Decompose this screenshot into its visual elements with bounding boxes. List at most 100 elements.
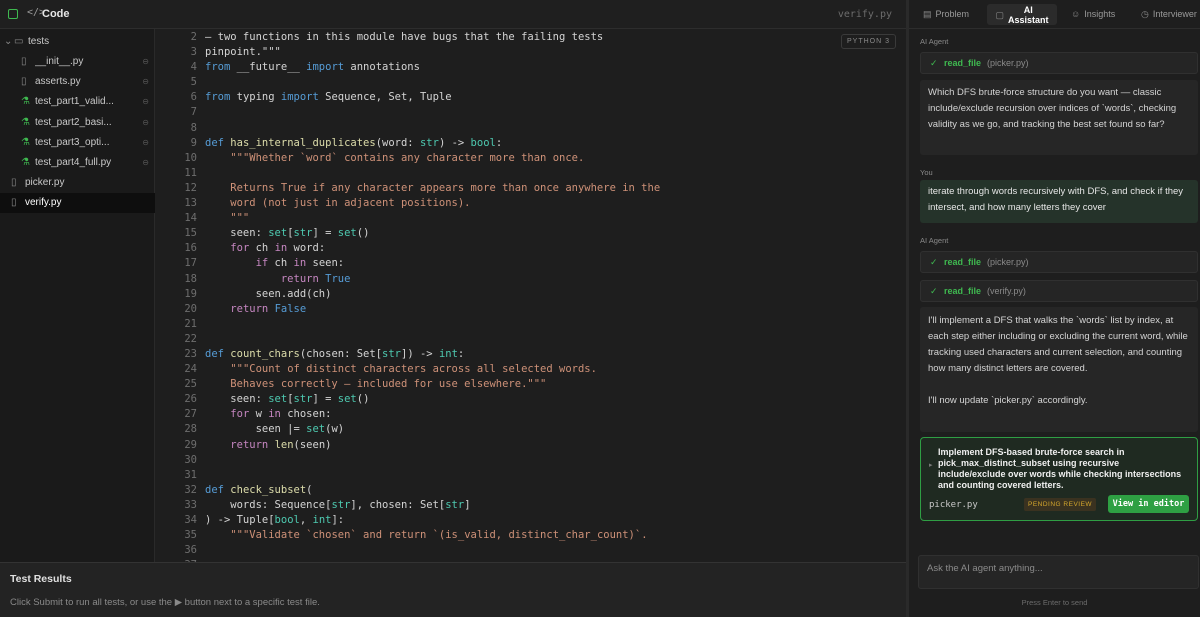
code-line[interactable]: for ch in word: bbox=[205, 241, 660, 256]
bullet-icon: ▸ bbox=[929, 462, 933, 469]
file-icon: ▯ bbox=[11, 177, 17, 189]
code-line[interactable]: pinpoint.""" bbox=[205, 45, 660, 60]
test-results-title: Test Results bbox=[10, 573, 72, 585]
code-line[interactable]: seen: set[str] = set() bbox=[205, 226, 660, 241]
line-number: 5 bbox=[190, 76, 197, 89]
code-line[interactable]: """ bbox=[205, 211, 660, 226]
code-line[interactable] bbox=[205, 332, 660, 347]
lock-icon: ⊖ bbox=[142, 117, 149, 127]
lock-icon: ⊖ bbox=[142, 158, 149, 167]
code-line[interactable]: seen |= set(w) bbox=[205, 422, 660, 437]
role-label-agent: AI Agent bbox=[920, 236, 949, 245]
line-number: 3 bbox=[190, 46, 197, 59]
code-editor[interactable]: 2 3 4 5 6 7 8 9 10 11 12 13 14 15 16 17 18 19 20 21 22 23 24 25… bbox=[155, 29, 906, 562]
tab-insights[interactable]: ☺ Insights bbox=[1071, 0, 1115, 29]
code-line[interactable] bbox=[205, 166, 660, 181]
line-number: 21 bbox=[184, 317, 197, 330]
clock-icon: ◷ bbox=[1141, 9, 1149, 19]
line-number: 24 bbox=[184, 363, 197, 376]
tree-item-test-file[interactable]: ⚗ test_part1_valid... ⊖ bbox=[0, 92, 155, 112]
code-line[interactable]: """Validate `chosen` and return `(is_val… bbox=[205, 528, 660, 543]
code-line[interactable] bbox=[205, 453, 660, 468]
code-line[interactable]: Behaves correctly — included for use els… bbox=[205, 377, 660, 392]
tree-item-test-file[interactable]: ⚗ test_part3_opti... ⊖ bbox=[0, 133, 155, 153]
document-icon: ▤ bbox=[923, 9, 932, 19]
right-tabs: ▤ Problem ▢ AI Assistant ☺ Insights ◷ Intervi… bbox=[909, 0, 1200, 29]
code-line[interactable]: """Count of distinct characters across a… bbox=[205, 362, 660, 377]
tab-ai-assistant[interactable]: ▢ AI Assistant bbox=[987, 4, 1057, 25]
code-line[interactable]: from typing import Sequence, Set, Tuple bbox=[205, 90, 660, 105]
line-number: 36 bbox=[184, 544, 197, 557]
code-line[interactable]: return len(seen) bbox=[205, 438, 660, 453]
code-line[interactable]: return False bbox=[205, 302, 660, 317]
code-line[interactable]: seen.add(ch) bbox=[205, 287, 660, 302]
tree-item-test-file[interactable]: ⚗ test_part4_full.py ⊖ bbox=[0, 153, 155, 173]
code-line[interactable]: if ch in seen: bbox=[205, 256, 660, 271]
line-number: 25 bbox=[184, 378, 197, 391]
line-number: 26 bbox=[184, 393, 197, 406]
line-number: 6 bbox=[190, 91, 197, 104]
lock-icon: ⊖ bbox=[142, 137, 149, 147]
code-line[interactable]: """Whether `word` contains any character… bbox=[205, 151, 660, 166]
line-number: 18 bbox=[184, 272, 197, 285]
panel-title: Code bbox=[42, 8, 70, 20]
line-numbers: 2 3 4 5 6 7 8 9 10 11 12 13 14 15 16 17 18 19 20 21 22 23 24 25… bbox=[155, 30, 197, 562]
file-explorer: ⌄ ▭ tests ▯ __init__.py ⊖ ▯ asserts.py ⊖ ⚗ test… bbox=[0, 29, 155, 562]
tree-item-file[interactable]: ▯ picker.py bbox=[0, 173, 155, 193]
code-line[interactable]: for w in chosen: bbox=[205, 407, 660, 422]
code-line[interactable] bbox=[205, 543, 660, 558]
code-line[interactable] bbox=[205, 75, 660, 90]
code-line[interactable]: Returns True if any character appears mo… bbox=[205, 181, 660, 196]
code-line[interactable]: def check_subset( bbox=[205, 483, 660, 498]
line-number: 28 bbox=[184, 423, 197, 436]
line-number: 12 bbox=[184, 181, 197, 194]
code-line[interactable]: def has_internal_duplicates(word: str) -… bbox=[205, 136, 660, 151]
tab-interviewer[interactable]: ◷ Interviewer bbox=[1141, 0, 1197, 29]
flask-icon: ⚗ bbox=[21, 116, 30, 128]
code-content[interactable]: — two functions in this module have bugs… bbox=[205, 30, 660, 562]
ask-agent-input[interactable]: Ask the AI agent anything... bbox=[918, 555, 1199, 589]
tree-item-file[interactable]: ▯ verify.py bbox=[0, 193, 155, 214]
code-line[interactable]: seen: set[str] = set() bbox=[205, 392, 660, 407]
line-number: 10 bbox=[184, 151, 197, 164]
tree-item-test-file[interactable]: ⚗ test_part2_basi... ⊖ bbox=[0, 113, 155, 133]
line-number: 31 bbox=[184, 468, 197, 481]
line-number: 2 bbox=[190, 31, 197, 43]
status-badge: PENDING REVIEW bbox=[1024, 498, 1097, 511]
current-file-label: verify.py bbox=[837, 9, 892, 20]
check-icon: ✓ bbox=[930, 257, 938, 267]
code-line[interactable] bbox=[205, 468, 660, 483]
proposed-change-card: ▸ Implement DFS-based brute-force search… bbox=[920, 437, 1198, 521]
tree-item-test-file[interactable]: ▯ asserts.py ⊖ bbox=[0, 72, 155, 92]
tab-problem[interactable]: ▤ Problem bbox=[923, 0, 969, 29]
chevron-down-icon: ⌄ bbox=[4, 36, 13, 47]
tool-call-read-file[interactable]: ✓ read_file (picker.py) bbox=[920, 52, 1198, 74]
code-line[interactable]: def count_chars(chosen: Set[str]) -> int… bbox=[205, 347, 660, 362]
code-line[interactable] bbox=[205, 121, 660, 136]
code-line[interactable]: return True bbox=[205, 272, 660, 287]
code-line[interactable]: — two functions in this module have bugs… bbox=[205, 30, 660, 45]
folder-icon: ▭ bbox=[14, 36, 24, 47]
code-line[interactable] bbox=[205, 317, 660, 332]
agent-message: I'll implement a DFS that walks the `wor… bbox=[920, 307, 1198, 432]
code-line[interactable]: from __future__ import annotations bbox=[205, 60, 660, 75]
folder-tests[interactable]: ⌄ ▭ tests bbox=[0, 32, 155, 52]
line-number: 29 bbox=[184, 438, 197, 451]
line-number: 27 bbox=[184, 408, 197, 421]
line-number: 33 bbox=[184, 498, 197, 511]
code-line[interactable]: words: Sequence[str], chosen: Set[str] bbox=[205, 498, 660, 513]
line-number: 13 bbox=[184, 197, 197, 210]
code-line[interactable] bbox=[205, 105, 660, 120]
line-number: 23 bbox=[184, 347, 197, 360]
view-in-editor-button[interactable]: View in editor bbox=[1108, 495, 1189, 513]
editor-topbar: </> Code verify.py bbox=[0, 0, 906, 29]
code-line[interactable]: word (not just in adjacent positions). bbox=[205, 196, 660, 211]
code-line[interactable]: ) -> Tuple[bool, int]: bbox=[205, 513, 660, 528]
line-number: 17 bbox=[184, 257, 197, 270]
line-number: 11 bbox=[184, 166, 197, 179]
line-number: 32 bbox=[184, 483, 197, 496]
tree-item-test-file[interactable]: ▯ __init__.py ⊖ bbox=[0, 52, 155, 72]
tool-call-read-file[interactable]: ✓ read_file (verify.py) bbox=[920, 280, 1198, 302]
file-icon: ▯ bbox=[21, 56, 27, 67]
tool-call-read-file[interactable]: ✓ read_file (picker.py) bbox=[920, 251, 1198, 273]
